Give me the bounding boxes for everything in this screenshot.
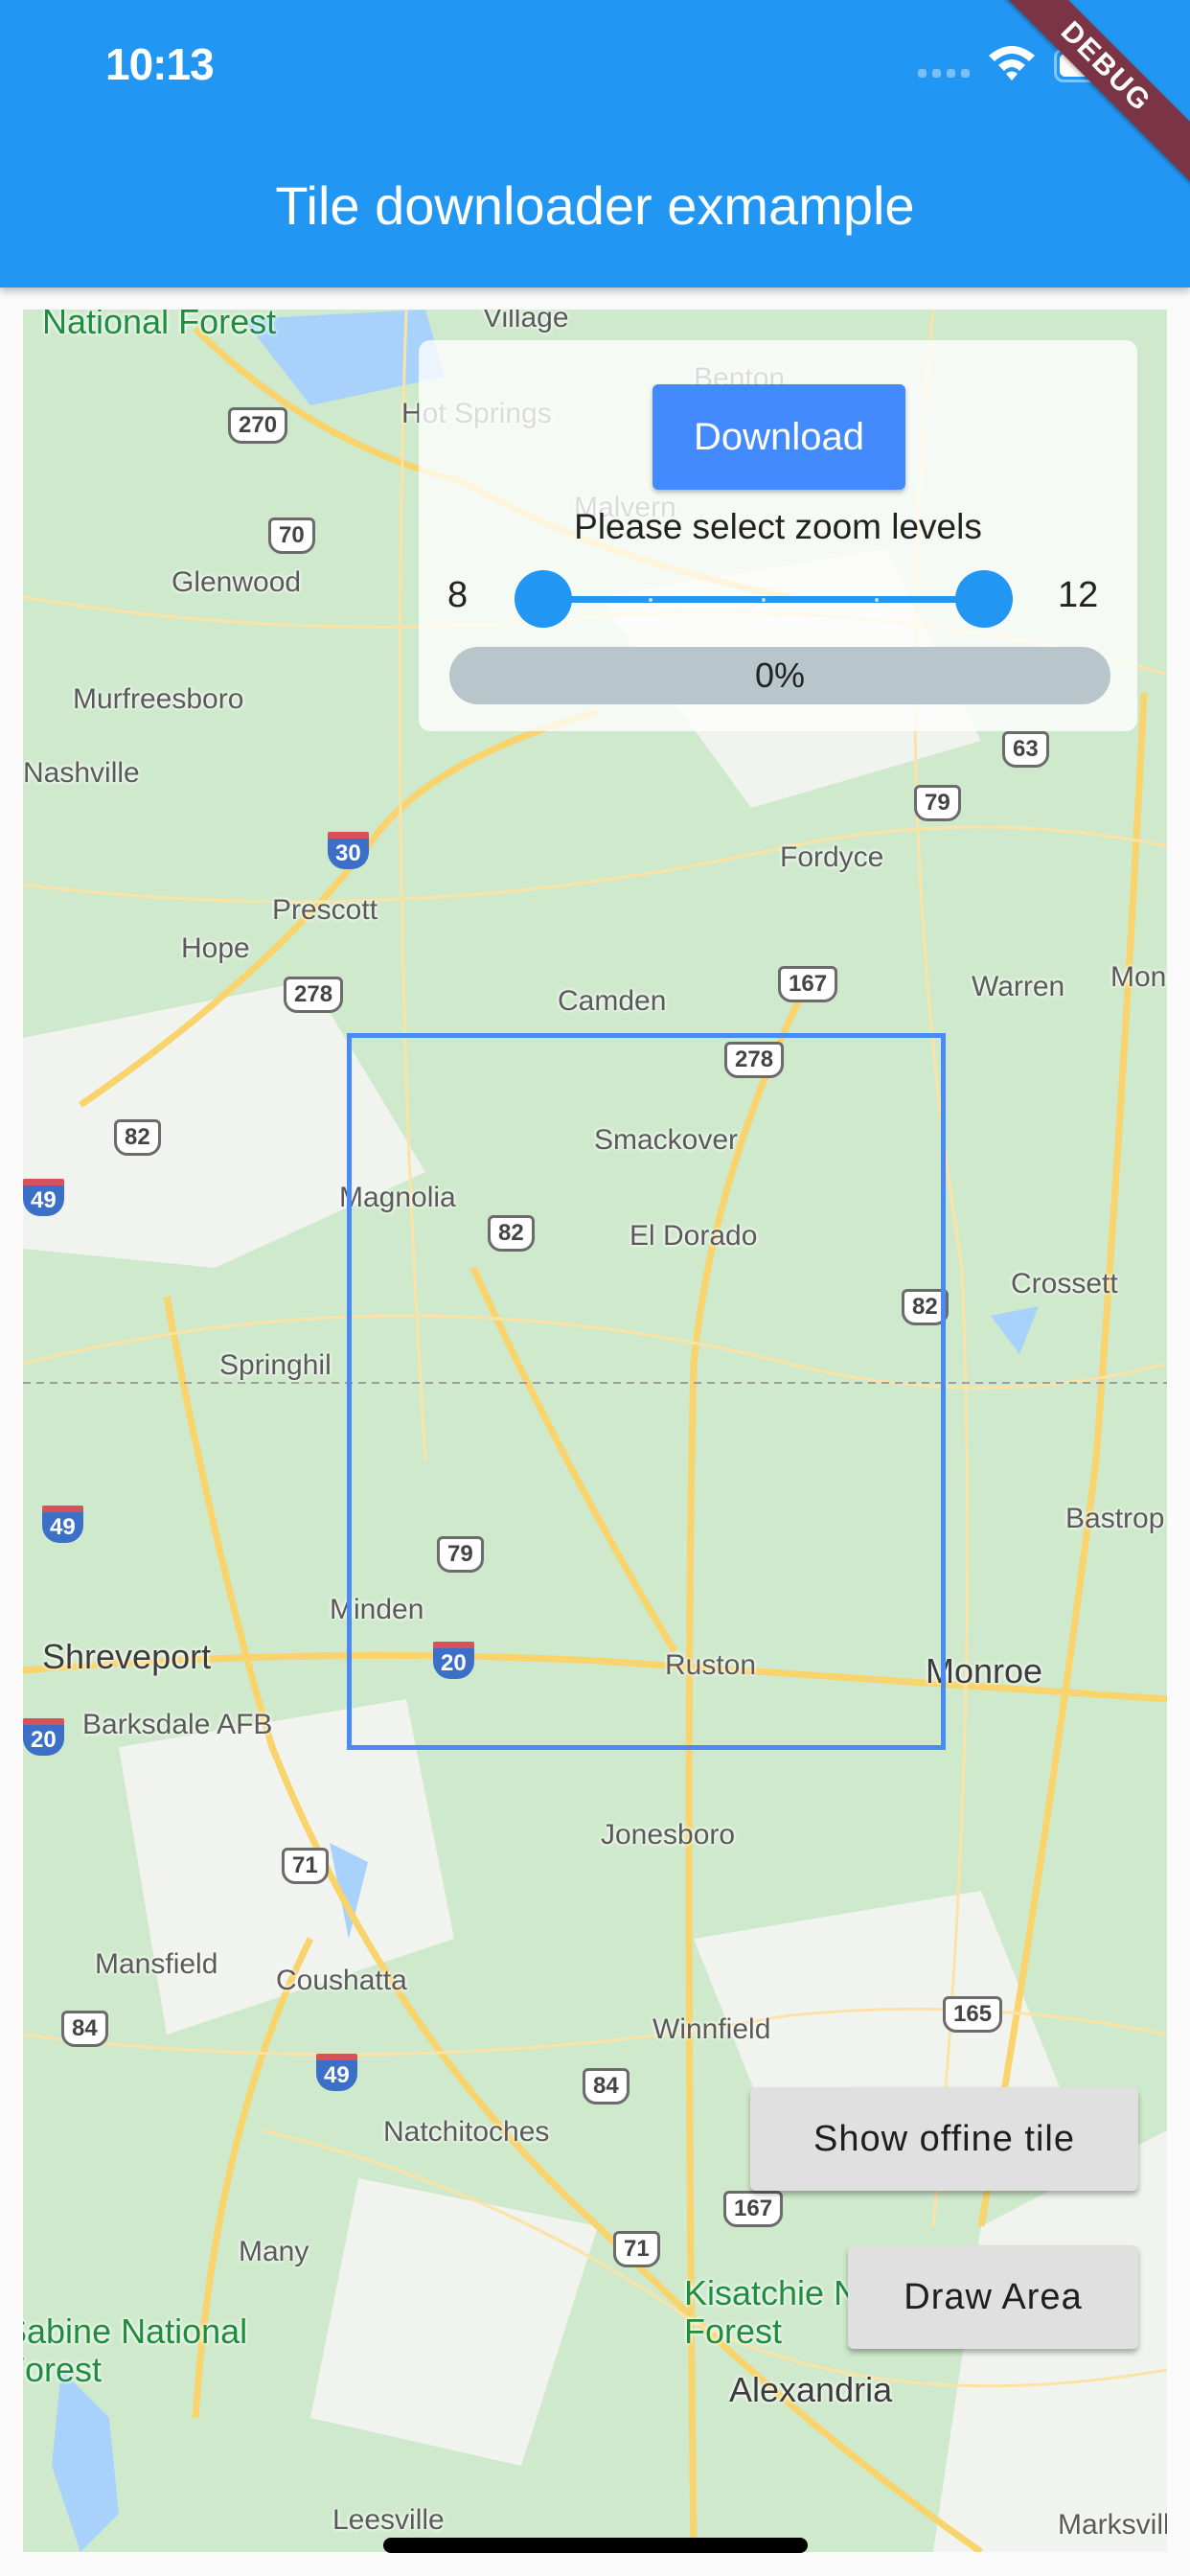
map-place-label: Village	[483, 310, 569, 334]
map-place-label: Shreveport	[42, 1637, 212, 1676]
route-shield: 70	[268, 518, 315, 554]
map-place-label: Fordyce	[780, 841, 884, 873]
slider-tick	[649, 598, 652, 602]
show-offline-tile-button[interactable]: Show offine tile	[750, 2087, 1138, 2191]
map-place-label: Coushatta	[276, 1965, 407, 1996]
route-shield: 84	[583, 2068, 629, 2104]
route-shield: 71	[613, 2231, 660, 2267]
interstate-shield: 20	[23, 1718, 64, 1756]
map-place-label: Murfreesboro	[73, 683, 244, 715]
route-shield: 167	[778, 966, 838, 1002]
route-shield: 79	[914, 785, 961, 821]
route-shield: 71	[282, 1848, 329, 1884]
interstate-shield: 49	[23, 1179, 64, 1216]
progress-label: 0%	[754, 656, 806, 695]
status-time: 10:13	[105, 39, 215, 89]
map-place-label: Mansfield	[95, 1948, 218, 1980]
download-progress-bar: 0%	[449, 647, 1110, 704]
map-place-label: Jonesboro	[601, 1819, 736, 1851]
map-place-label: Many	[239, 2236, 309, 2267]
map-place-label: Hope	[181, 932, 250, 964]
map-place-label: Glenwood	[172, 566, 302, 598]
route-shield: 82	[114, 1119, 161, 1156]
route-shield: 165	[943, 1996, 1003, 2033]
range-slider-start-thumb[interactable]	[515, 570, 572, 628]
map-place-label: Monti	[1110, 961, 1167, 993]
range-slider-track[interactable]	[543, 596, 984, 603]
download-button[interactable]: Download	[652, 384, 905, 490]
slider-tick	[875, 598, 879, 602]
draw-area-button[interactable]: Draw Area	[848, 2245, 1138, 2349]
route-shield: 84	[61, 2011, 108, 2047]
slider-tick	[762, 598, 766, 602]
interstate-shield: 49	[42, 1506, 83, 1543]
map-place-label: Springhil	[219, 1349, 332, 1381]
range-min-label: 8	[447, 575, 469, 615]
app-bar: 10:13 Tile downloader exmample	[0, 0, 1190, 288]
map-place-label: Prescott	[272, 894, 378, 926]
range-max-label: 12	[1058, 575, 1099, 615]
zoom-levels-label: Please select zoom levels	[574, 507, 982, 546]
interstate-shield: 30	[328, 832, 369, 869]
page-title: Tile downloader exmample	[275, 175, 915, 236]
interstate-shield: 49	[316, 2054, 357, 2091]
wifi-icon	[989, 46, 1035, 80]
map-place-label: Alexandria	[729, 2370, 893, 2409]
map-place-label: Bastrop	[1065, 1503, 1165, 1534]
map-place-label: Warren	[972, 971, 1065, 1002]
map-place-label: Marksville	[1058, 2509, 1167, 2541]
map-place-label: Sabine National Forest	[23, 2312, 248, 2389]
home-indicator[interactable]	[383, 2538, 808, 2553]
route-shield: 270	[228, 407, 288, 444]
map-place-label: Crossett	[1011, 1268, 1118, 1300]
map-place-label: Nashville	[23, 757, 140, 789]
map-place-label: Camden	[558, 985, 667, 1017]
map-place-label: Natchitoches	[383, 2116, 550, 2148]
route-shield: 278	[284, 977, 344, 1013]
map-place-label: National Forest	[42, 310, 277, 341]
range-slider-end-thumb[interactable]	[955, 570, 1013, 628]
map-place-label: Winnfield	[652, 2013, 771, 2045]
route-shield: 63	[1002, 731, 1049, 768]
signal-icon	[918, 69, 970, 78]
map-place-label: Leesville	[332, 2504, 445, 2536]
download-panel: Download Please select zoom levels 8 12 …	[419, 340, 1137, 731]
route-shield: 167	[723, 2191, 784, 2227]
selected-area-rectangle[interactable]	[347, 1033, 946, 1750]
map-place-label: Barksdale AFB	[82, 1709, 273, 1740]
